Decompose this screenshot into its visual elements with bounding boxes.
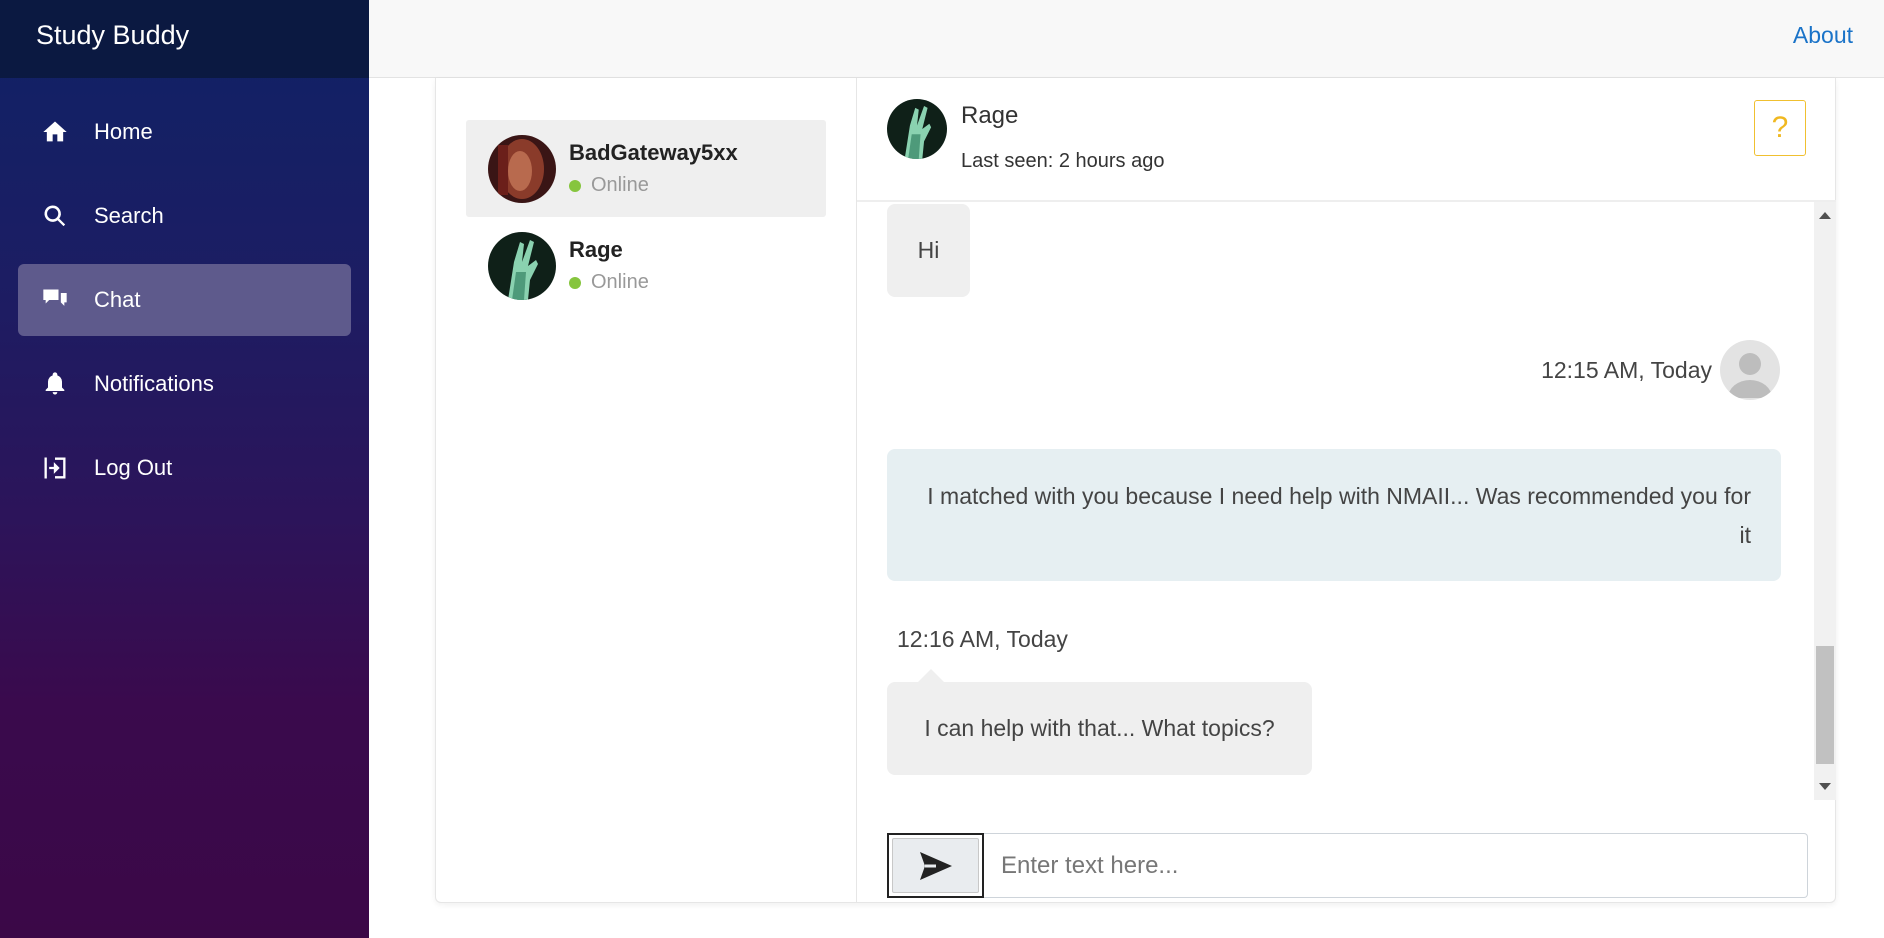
sidebar-item-search[interactable]: Search [18, 180, 351, 252]
message-received: Hi [887, 204, 970, 297]
sidebar-item-home[interactable]: Home [18, 96, 351, 168]
message-composer [887, 833, 1808, 898]
online-dot-icon [569, 179, 581, 192]
contact-name: BadGateway5xx [569, 140, 738, 165]
chat-card: BadGateway5xx Online Rage Online Rage La… [435, 78, 1836, 903]
message-list[interactable]: Hi 12:15 AM, Today I matched with you be… [857, 202, 1836, 800]
status-text: Online [591, 174, 649, 196]
message-input[interactable] [984, 833, 1808, 898]
contact-status: Online [569, 174, 738, 197]
brand-title[interactable]: Study Buddy [0, 0, 369, 78]
send-button[interactable] [887, 833, 984, 898]
message-text: Hi [917, 237, 940, 263]
contact-status: Online [569, 271, 649, 294]
contact-name: Rage [569, 237, 623, 262]
message-text: I can help with that... What topics? [924, 715, 1275, 741]
message-timestamp: 12:15 AM, Today [1541, 356, 1712, 383]
sidebar-item-chat[interactable]: Chat [18, 264, 351, 336]
status-text: Online [591, 271, 649, 293]
sidebar: Study Buddy Home Search Chat Notificatio… [0, 0, 369, 938]
sidebar-item-label: Chat [94, 287, 141, 312]
user-avatar-icon [1720, 340, 1780, 400]
message-text: I matched with you because I need help w… [927, 483, 1751, 548]
sidebar-item-label: Home [94, 119, 153, 144]
top-bar: About [369, 0, 1884, 78]
chat-header: Rage Last seen: 2 hours ago ? [857, 78, 1836, 202]
sidebar-item-label: Search [94, 203, 164, 228]
avatar [887, 99, 947, 159]
help-button[interactable]: ? [1754, 100, 1806, 156]
chat-panel: Rage Last seen: 2 hours ago ? Hi 12:15 A… [857, 78, 1836, 903]
message-scrollbar[interactable] [1814, 202, 1836, 800]
scroll-down-arrow-icon[interactable] [1819, 783, 1831, 790]
about-link[interactable]: About [1793, 22, 1853, 49]
sidebar-nav: Home Search Chat Notifications Log Out [0, 78, 369, 504]
chat-partner-name: Rage [961, 102, 1019, 129]
message-timestamp: 12:16 AM, Today [897, 626, 1068, 652]
message-sent: I matched with you because I need help w… [887, 449, 1781, 581]
sidebar-item-label: Log Out [94, 455, 173, 480]
scroll-up-arrow-icon[interactable] [1819, 212, 1831, 219]
sidebar-item-logout[interactable]: Log Out [18, 432, 351, 504]
sidebar-item-label: Notifications [94, 371, 214, 396]
contacts-list: BadGateway5xx Online Rage Online [436, 78, 857, 903]
send-icon [892, 838, 979, 893]
home-icon [40, 117, 70, 147]
avatar [488, 231, 556, 300]
avatar [488, 134, 556, 203]
online-dot-icon [569, 276, 581, 289]
sidebar-item-notifications[interactable]: Notifications [18, 348, 351, 420]
contact-item[interactable]: BadGateway5xx Online [466, 120, 826, 217]
chat-icon [40, 285, 70, 315]
last-seen-text: Last seen: 2 hours ago [961, 150, 1165, 172]
message-meta-right: 12:15 AM, Today [1541, 340, 1780, 400]
search-icon [40, 201, 70, 231]
logout-icon [40, 453, 70, 483]
message-received: I can help with that... What topics? [887, 682, 1312, 775]
contact-item[interactable]: Rage Online [466, 217, 826, 314]
bubble-pointer [917, 669, 945, 683]
scroll-thumb[interactable] [1816, 646, 1834, 764]
bell-icon [40, 369, 70, 399]
